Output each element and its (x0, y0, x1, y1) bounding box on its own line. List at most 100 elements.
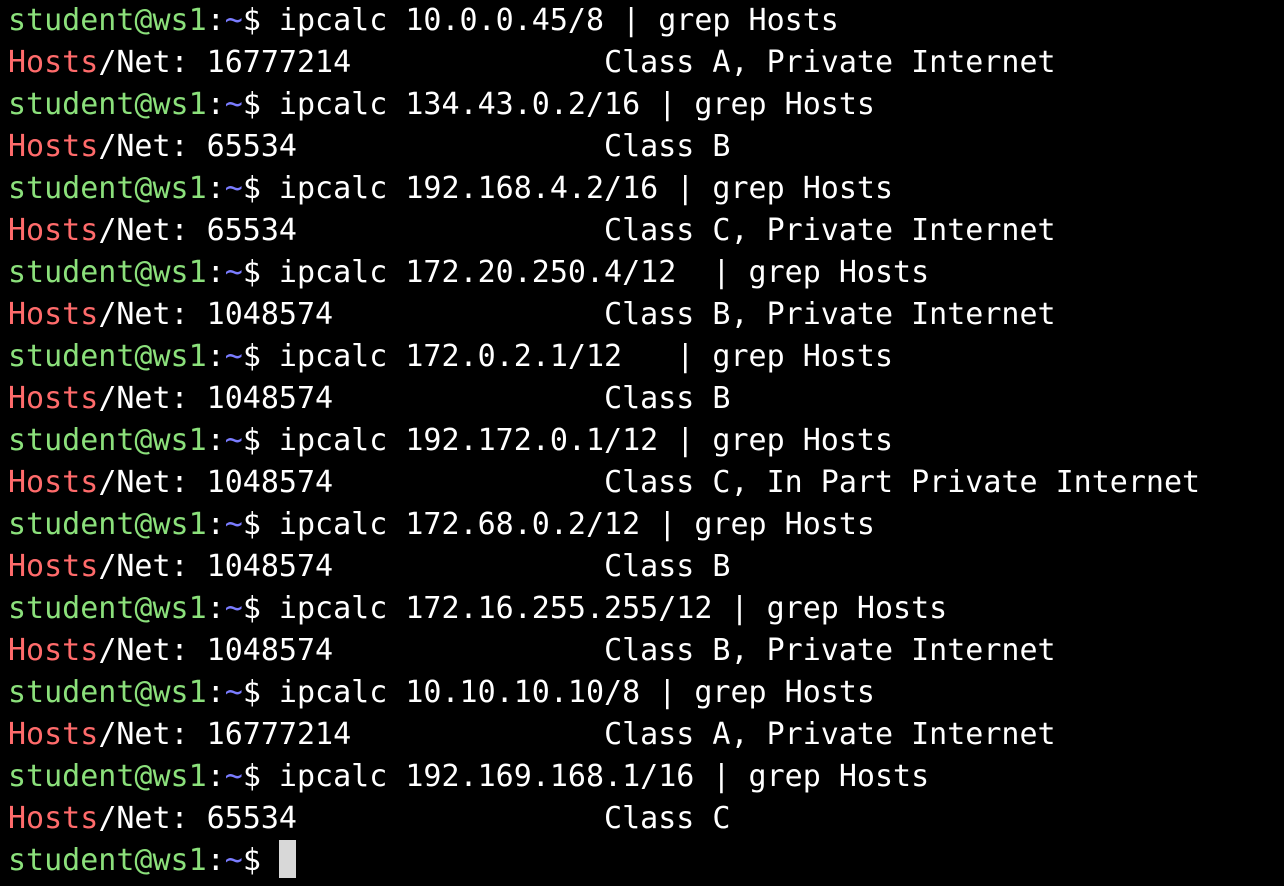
output-line: Hosts/Net: 1048574 Class C, In Part Priv… (8, 462, 1200, 504)
hosts-per-net-value: /Net: 65534 (98, 129, 297, 164)
command-line: student@ws1:~$ ipcalc 192.168.4.2/16 | g… (8, 168, 893, 210)
prompt-path: ~ (224, 171, 243, 206)
network-class-info: Class B, Private Internet (604, 297, 1056, 332)
command-line: student@ws1:~$ ipcalc 172.68.0.2/12 | gr… (8, 504, 875, 546)
grep-match-highlight: Hosts (8, 129, 99, 164)
command-line: student@ws1:~$ ipcalc 192.169.168.1/16 |… (8, 756, 929, 798)
prompt-user-host: student@ws1 (8, 339, 207, 374)
network-class-info: Class B (604, 129, 731, 164)
prompt-path: ~ (224, 759, 243, 794)
prompt-user-host: student@ws1 (8, 87, 207, 122)
prompt-path: ~ (224, 339, 243, 374)
output-line: Hosts/Net: 16777214 Class A, Private Int… (8, 42, 1056, 84)
output-line: Hosts/Net: 1048574 Class B, Private Inte… (8, 294, 1056, 336)
prompt-user-host: student@ws1 (8, 591, 207, 626)
grep-match-highlight: Hosts (8, 213, 99, 248)
column-spacer (333, 297, 604, 332)
prompt-colon: : (206, 3, 225, 38)
prompt-dollar: $ (242, 675, 261, 710)
command-text: ipcalc 192.172.0.1/12 | grep Hosts (260, 423, 894, 458)
prompt-dollar: $ (242, 423, 261, 458)
hosts-per-net-value: /Net: 65534 (98, 213, 297, 248)
network-class-info: Class B, Private Internet (604, 633, 1056, 668)
command-text: ipcalc 192.169.168.1/16 | grep Hosts (260, 759, 930, 794)
column-spacer (297, 213, 604, 248)
network-class-info: Class B (604, 549, 731, 584)
hosts-per-net-value: /Net: 65534 (98, 801, 297, 836)
grep-match-highlight: Hosts (8, 633, 99, 668)
command-line: student@ws1:~$ ipcalc 10.10.10.10/8 | gr… (8, 672, 875, 714)
prompt-user-host: student@ws1 (8, 843, 207, 878)
command-line: student@ws1:~$ ipcalc 134.43.0.2/16 | gr… (8, 84, 875, 126)
network-class-info: Class A, Private Internet (604, 717, 1056, 752)
network-class-info: Class B (604, 381, 731, 416)
output-line: Hosts/Net: 65534 Class C, Private Intern… (8, 210, 1056, 252)
command-text: ipcalc 172.68.0.2/12 | grep Hosts (260, 507, 875, 542)
prompt-dollar: $ (242, 171, 261, 206)
prompt-dollar: $ (242, 339, 261, 374)
prompt-dollar: $ (242, 3, 261, 38)
prompt-user-host: student@ws1 (8, 507, 207, 542)
prompt-colon: : (206, 507, 225, 542)
hosts-per-net-value: /Net: 1048574 (98, 633, 334, 668)
command-text: ipcalc 10.10.10.10/8 | grep Hosts (260, 675, 875, 710)
command-text: ipcalc 134.43.0.2/16 | grep Hosts (260, 87, 875, 122)
output-line: Hosts/Net: 1048574 Class B (8, 546, 731, 588)
prompt-user-host: student@ws1 (8, 3, 207, 38)
hosts-per-net-value: /Net: 1048574 (98, 297, 334, 332)
hosts-per-net-value: /Net: 16777214 (98, 45, 352, 80)
prompt-dollar: $ (242, 591, 261, 626)
prompt-path: ~ (224, 423, 243, 458)
command-line: student@ws1:~$ ipcalc 10.0.0.45/8 | grep… (8, 0, 839, 42)
output-line: Hosts/Net: 65534 Class C (8, 798, 730, 840)
prompt-colon: : (206, 423, 225, 458)
prompt-colon: : (206, 591, 225, 626)
terminal-window[interactable]: student@ws1:~$ ipcalc 10.0.0.45/8 | grep… (0, 0, 1284, 886)
network-class-info: Class A, Private Internet (604, 45, 1056, 80)
text-cursor[interactable] (278, 840, 296, 878)
prompt-path: ~ (224, 675, 243, 710)
prompt-colon: : (206, 675, 225, 710)
grep-match-highlight: Hosts (8, 381, 99, 416)
command-text: ipcalc 172.20.250.4/12 | grep Hosts (260, 255, 930, 290)
grep-match-highlight: Hosts (8, 801, 99, 836)
current-prompt-line[interactable]: student@ws1:~$ (8, 840, 296, 882)
hosts-per-net-value: /Net: 1048574 (98, 465, 334, 500)
column-spacer (333, 549, 604, 584)
command-text: ipcalc 10.0.0.45/8 | grep Hosts (260, 3, 839, 38)
column-spacer (297, 801, 604, 836)
prompt-user-host: student@ws1 (8, 171, 207, 206)
prompt-colon: : (206, 843, 225, 878)
prompt-path: ~ (224, 3, 243, 38)
command-line: student@ws1:~$ ipcalc 172.16.255.255/12 … (8, 588, 947, 630)
prompt-colon: : (206, 339, 225, 374)
prompt-path: ~ (224, 87, 243, 122)
command-line: student@ws1:~$ ipcalc 172.0.2.1/12 | gre… (8, 336, 893, 378)
prompt-dollar: $ (242, 759, 261, 794)
command-text: ipcalc 172.0.2.1/12 | grep Hosts (260, 339, 894, 374)
prompt-path: ~ (224, 843, 243, 878)
command-line: student@ws1:~$ ipcalc 192.172.0.1/12 | g… (8, 420, 893, 462)
column-spacer (333, 465, 604, 500)
prompt-colon: : (206, 759, 225, 794)
prompt-colon: : (206, 87, 225, 122)
prompt-path: ~ (224, 255, 243, 290)
hosts-per-net-value: /Net: 1048574 (98, 549, 334, 584)
column-spacer (297, 129, 604, 164)
prompt-dollar: $ (242, 843, 261, 878)
grep-match-highlight: Hosts (8, 45, 99, 80)
grep-match-highlight: Hosts (8, 549, 99, 584)
column-spacer (351, 717, 604, 752)
prompt-user-host: student@ws1 (8, 759, 207, 794)
hosts-per-net-value: /Net: 16777214 (98, 717, 352, 752)
output-line: Hosts/Net: 16777214 Class A, Private Int… (8, 714, 1056, 756)
prompt-dollar: $ (242, 255, 261, 290)
prompt-user-host: student@ws1 (8, 423, 207, 458)
prompt-dollar: $ (242, 507, 261, 542)
command-text: ipcalc 172.16.255.255/12 | grep Hosts (260, 591, 948, 626)
command-text: ipcalc 192.168.4.2/16 | grep Hosts (260, 171, 894, 206)
network-class-info: Class C (604, 801, 731, 836)
grep-match-highlight: Hosts (8, 297, 99, 332)
prompt-user-host: student@ws1 (8, 675, 207, 710)
command-line: student@ws1:~$ ipcalc 172.20.250.4/12 | … (8, 252, 929, 294)
